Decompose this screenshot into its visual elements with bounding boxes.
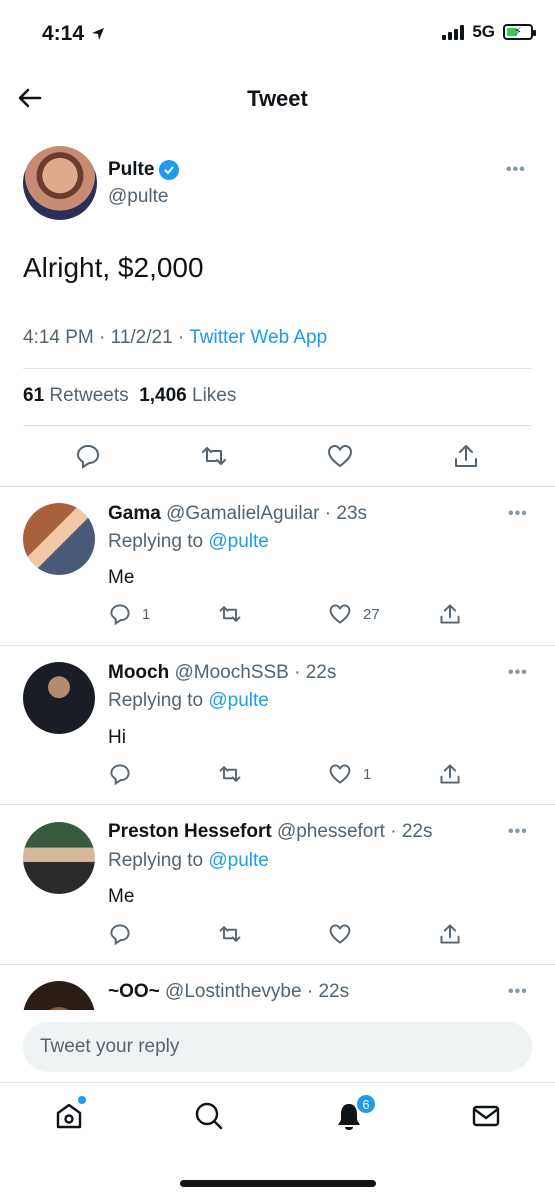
- like-icon[interactable]: [328, 602, 352, 626]
- reply-time: 22s: [401, 821, 433, 842]
- messages-mail-icon[interactable]: [470, 1100, 502, 1132]
- reply-author-name[interactable]: Mooch: [108, 662, 169, 683]
- signal-icon: [442, 24, 465, 40]
- replying-to: Replying to @pulte: [108, 531, 269, 553]
- replying-to: Replying to @pulte: [108, 690, 269, 712]
- divider: [23, 425, 532, 426]
- reply-count: 1: [142, 606, 151, 623]
- replying-label: Replying to: [108, 531, 204, 552]
- reply-text: Me: [108, 567, 135, 588]
- tweet-time: 4:14 PM: [23, 327, 94, 348]
- reply-avatar[interactable]: [23, 822, 95, 894]
- reply-text: Me: [108, 886, 135, 907]
- tweet-text: Alright, $2,000: [23, 252, 204, 283]
- retweets-count[interactable]: 61: [23, 385, 44, 406]
- share-icon[interactable]: [438, 922, 462, 946]
- battery-icon: ⚡: [503, 24, 536, 40]
- like-count: 27: [363, 606, 380, 623]
- divider: [0, 645, 555, 646]
- replying-to-link[interactable]: @pulte: [208, 850, 269, 871]
- like-icon[interactable]: [328, 762, 352, 786]
- divider: [0, 486, 555, 487]
- author-name-text[interactable]: Pulte: [108, 159, 154, 181]
- replying-label: Replying to: [108, 690, 204, 711]
- likes-label[interactable]: Likes: [192, 385, 236, 406]
- author-avatar[interactable]: [23, 146, 97, 220]
- like-icon[interactable]: [326, 442, 354, 470]
- share-icon[interactable]: [438, 762, 462, 786]
- home-notification-dot: [78, 1096, 86, 1104]
- reply-author-handle[interactable]: @Lostinthevybe: [165, 981, 302, 1002]
- page-title: Tweet: [247, 86, 308, 111]
- reply-icon[interactable]: [108, 602, 132, 626]
- reply-time: 22s: [305, 662, 337, 683]
- author-name[interactable]: Pulte: [108, 159, 180, 181]
- replying-to: Replying to @pulte: [108, 850, 269, 872]
- reply-author-name[interactable]: ~OO~: [108, 981, 160, 1002]
- reply-icon[interactable]: [108, 762, 132, 786]
- retweet-icon[interactable]: [218, 602, 242, 626]
- status-time: 4:14: [42, 22, 106, 46]
- more-options-icon[interactable]: •••: [508, 505, 528, 523]
- replying-label: Replying to: [108, 850, 204, 871]
- likes-count[interactable]: 1,406: [139, 385, 187, 406]
- search-icon[interactable]: [193, 1100, 225, 1132]
- reply-avatar[interactable]: [23, 503, 95, 575]
- share-icon[interactable]: [438, 602, 462, 626]
- more-options-icon[interactable]: •••: [506, 161, 526, 179]
- reply-author-handle[interactable]: @phessefort: [277, 821, 385, 842]
- home-indicator: [180, 1180, 376, 1187]
- reply-icon[interactable]: [108, 922, 132, 946]
- retweet-icon[interactable]: [218, 922, 242, 946]
- reply-header: Preston Hessefort @phessefort · 22s: [108, 821, 433, 842]
- replying-to-link[interactable]: @pulte: [208, 690, 269, 711]
- network-label: 5G: [472, 22, 495, 41]
- reply-icon[interactable]: [74, 442, 102, 470]
- location-arrow-icon: [92, 28, 105, 40]
- reply-time: 22s: [318, 981, 350, 1002]
- reply-author-name[interactable]: Gama: [108, 503, 161, 524]
- like-icon[interactable]: [328, 922, 352, 946]
- divider: [0, 964, 555, 965]
- more-options-icon[interactable]: •••: [508, 823, 528, 841]
- status-time-text: 4:14: [42, 22, 85, 45]
- author-handle[interactable]: @pulte: [108, 186, 169, 208]
- reply-text: Hi: [108, 727, 126, 748]
- tweet-stats[interactable]: 61 Retweets 1,406 Likes: [23, 385, 236, 407]
- verified-badge-icon: [159, 160, 180, 180]
- divider: [0, 804, 555, 805]
- like-count: 1: [363, 766, 372, 783]
- retweets-label[interactable]: Retweets: [49, 385, 128, 406]
- reply-author-handle[interactable]: @GamalielAguilar: [166, 503, 319, 524]
- status-indicators: 5G ⚡: [442, 22, 536, 42]
- reply-author-handle[interactable]: @MoochSSB: [175, 662, 289, 683]
- notifications-badge: 6: [355, 1093, 377, 1115]
- reply-header: ~OO~ @Lostinthevybe · 22s: [108, 981, 350, 1002]
- more-options-icon[interactable]: •••: [508, 983, 528, 1001]
- replying-to-link[interactable]: @pulte: [208, 531, 269, 552]
- tweet-meta: 4:14 PM · 11/2/21 · Twitter Web App: [23, 327, 328, 348]
- tweet-reply-input[interactable]: Tweet your reply: [23, 1022, 532, 1072]
- retweet-icon[interactable]: [200, 442, 228, 470]
- tweet-source-link[interactable]: Twitter Web App: [189, 327, 327, 348]
- reply-avatar[interactable]: [23, 662, 95, 734]
- more-options-icon[interactable]: •••: [508, 664, 528, 682]
- tweet-date: 11/2/21: [110, 327, 173, 348]
- reply-time: 23s: [336, 503, 368, 524]
- reply-header: Gama @GamalielAguilar · 23s: [108, 503, 368, 524]
- divider: [23, 368, 532, 369]
- reply-author-name[interactable]: Preston Hessefort: [108, 821, 272, 842]
- home-icon[interactable]: [53, 1100, 85, 1132]
- retweet-icon[interactable]: [218, 762, 242, 786]
- share-icon[interactable]: [452, 442, 480, 470]
- reply-header: Mooch @MoochSSB · 22s: [108, 662, 337, 683]
